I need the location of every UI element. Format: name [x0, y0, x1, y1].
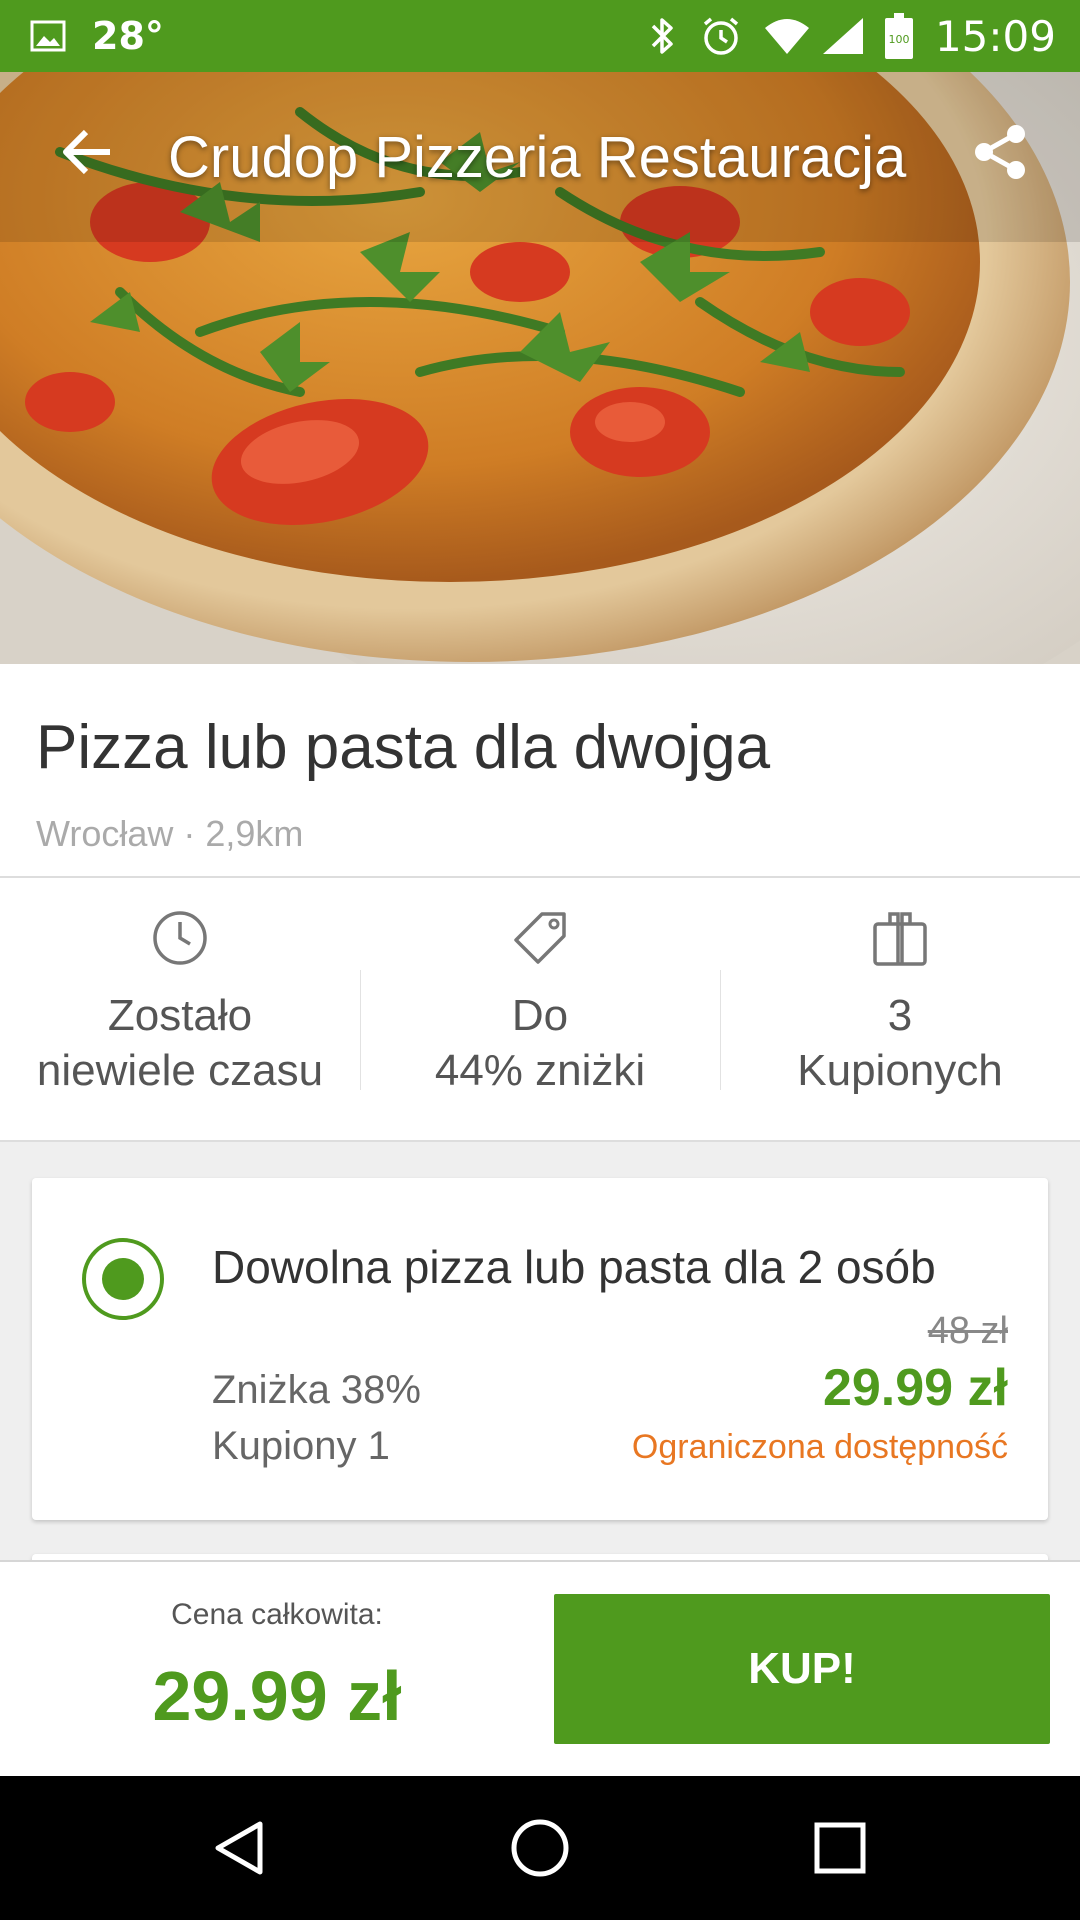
option-radio[interactable] [82, 1238, 164, 1320]
nav-recents-button[interactable] [800, 1808, 880, 1888]
nav-back-icon [215, 1821, 263, 1875]
stat-discount-line2: 44% zniżki [434, 1046, 646, 1095]
nav-home-icon [511, 1819, 569, 1877]
stat-discount-line1: Do [511, 991, 569, 1040]
total-label: Cena całkowita: [171, 1598, 383, 1631]
stat-time-left: Zostało niewiele czasu [0, 878, 360, 1140]
shopping-bag-icon [873, 912, 927, 966]
battery-icon: 100 [884, 13, 913, 59]
deal-location: Wrocław · 2,9km [36, 813, 304, 854]
nav-home-button[interactable] [500, 1808, 580, 1888]
system-nav-bar [0, 1776, 1080, 1920]
stat-separator [360, 970, 361, 1090]
stat-time-line1: Zostało [107, 991, 253, 1040]
deal-stats: Zostało niewiele czasu Do 44% zniżki 3 K… [0, 878, 1080, 1140]
option-old-price: 48 zł [927, 1310, 1008, 1352]
option-availability: Ograniczona dostępność [631, 1428, 1008, 1466]
bluetooth-icon [647, 14, 677, 58]
nav-recents-icon [814, 1822, 866, 1874]
battery-level: 100 [888, 33, 909, 46]
option-price: 29.99 zł [822, 1359, 1008, 1417]
stat-purchased-line1: 3 [887, 991, 913, 1040]
clock-icon [153, 911, 207, 965]
toolbar-title: Crudop Pizzeria Restauracja [168, 125, 907, 190]
app-toolbar: Crudop Pizzeria Restauracja [0, 72, 1080, 242]
wifi-icon [763, 16, 811, 56]
gallery-icon [30, 18, 66, 54]
deal-option-card[interactable]: Dowolna pizza lub pasta dla 2 osób 48 zł… [32, 1178, 1048, 1520]
status-bar: 28° 100 15:09 [0, 0, 1080, 72]
buy-button[interactable]: KUP! [554, 1594, 1050, 1744]
deal-title: Pizza lub pasta dla dwojga [36, 713, 771, 782]
share-icon [975, 125, 1025, 179]
alarm-icon [699, 14, 743, 58]
buy-bar: Cena całkowita: 29.99 zł KUP! [0, 1560, 1080, 1776]
stat-purchased: 3 Kupionych [720, 878, 1080, 1140]
signal-icon [821, 16, 865, 56]
option-discount: Zniżka 38% [212, 1368, 421, 1412]
tag-icon [514, 912, 566, 964]
stat-discount: Do 44% zniżki [360, 878, 720, 1140]
stat-purchased-line2: Kupionych [797, 1046, 1003, 1095]
option-bought-count: Kupiony 1 [212, 1424, 390, 1468]
stat-time-line2: niewiele czasu [36, 1046, 324, 1095]
arrow-back-icon [63, 129, 110, 175]
radio-selected-dot [102, 1258, 144, 1300]
clock-time: 15:09 [934, 11, 1056, 61]
back-button[interactable] [48, 112, 128, 192]
total-price: 29.99 zł [152, 1657, 402, 1735]
option-title: Dowolna pizza lub pasta dla 2 osób [212, 1241, 936, 1293]
stat-separator [720, 970, 721, 1090]
nav-back-button[interactable] [200, 1808, 280, 1888]
share-button[interactable] [960, 112, 1040, 192]
temperature-text: 28° [92, 14, 164, 58]
